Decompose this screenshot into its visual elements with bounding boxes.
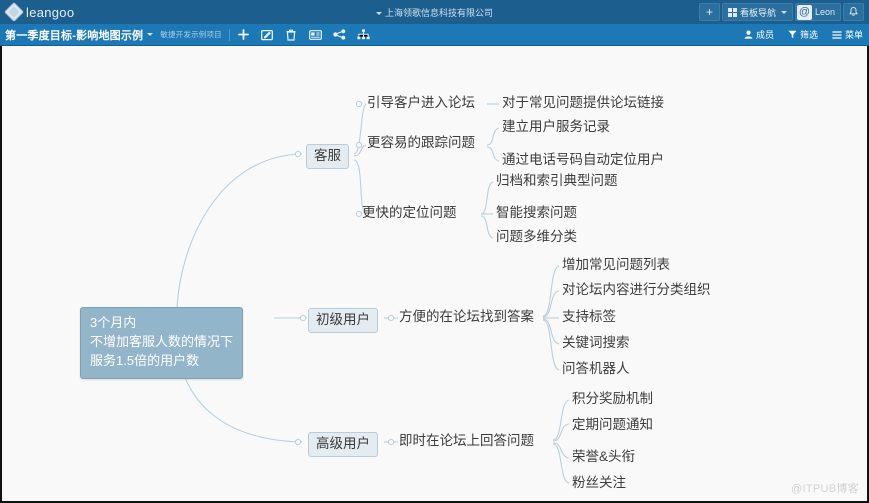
user-menu[interactable]: @ Leon	[794, 3, 841, 21]
top-navigation-bar: leangoo 上海领歌信息科技有限公司 + 看板导航 @ Leon	[0, 0, 869, 24]
mindmap-leaf-faq-forum-link[interactable]: 对于常见问题提供论坛链接	[502, 94, 664, 112]
mindmap-canvas[interactable]: 3个月内 不增加客服人数的情况下 服务1.5倍的用户数 客服 引导客户进入论坛 …	[0, 46, 869, 503]
root-line-2: 不增加客服人数的情况下	[90, 333, 234, 349]
sitemap-icon[interactable]	[357, 28, 370, 41]
filter-button[interactable]: 筛选	[788, 28, 818, 41]
company-name: 上海领歌信息科技有限公司	[384, 8, 493, 18]
root-line-1: 3个月内	[90, 315, 137, 330]
company-selector[interactable]: 上海领歌信息科技有限公司	[375, 6, 493, 19]
brand-logo[interactable]: leangoo	[4, 2, 75, 22]
menu-button[interactable]: 菜单	[832, 28, 863, 41]
topbar-actions: + 看板导航 @ Leon	[698, 0, 865, 24]
mindmap-node-answer-instantly[interactable]: 即时在论坛上回答问题	[399, 432, 534, 450]
mindmap-leaf-keyword-search[interactable]: 关键词搜索	[562, 334, 630, 352]
mindmap-leaf-honor-title[interactable]: 荣誉&头衔	[572, 448, 635, 466]
edit-icon[interactable]	[261, 28, 274, 41]
members-label: 成员	[755, 30, 774, 40]
mindmap-leaf-service-record[interactable]: 建立用户服务记录	[502, 118, 610, 136]
leangoo-mindmap-app: leangoo 上海领歌信息科技有限公司 + 看板导航 @ Leon 第一季度目…	[0, 0, 869, 503]
board-title[interactable]: 第一季度目标-影响地图示例	[5, 27, 143, 43]
mindmap-leaf-smart-search[interactable]: 智能搜索问题	[496, 204, 577, 222]
user-icon	[744, 30, 753, 39]
project-tag: 敏捷开发示例项目	[160, 30, 222, 39]
divider	[228, 28, 230, 41]
mindmap-node-easier-tracking[interactable]: 更容易的跟踪问题	[367, 134, 475, 152]
trash-icon[interactable]	[285, 28, 298, 41]
mindmap-node-find-answer-easily[interactable]: 方便的在论坛找到答案	[399, 308, 534, 326]
mindmap-leaf-add-faq-list[interactable]: 增加常见问题列表	[562, 256, 670, 274]
root-line-3: 服务1.5倍的用户数	[90, 352, 200, 368]
brand-name: leangoo	[26, 4, 75, 20]
notifications-button[interactable]	[843, 3, 864, 21]
mindmap-leaf-categorize-forum[interactable]: 对论坛内容进行分类组织	[562, 281, 711, 299]
mindmap-leaf-multidim-classify[interactable]: 问题多维分类	[496, 228, 577, 246]
mindmap-leaf-support-tags[interactable]: 支持标签	[562, 308, 616, 326]
bell-icon	[849, 7, 858, 16]
board-toolbar-right: 成员 筛选 菜单	[744, 28, 863, 41]
mindmap-branch-senior-user[interactable]: 高级用户	[308, 432, 378, 457]
watermark: @ITPUB博客	[791, 483, 859, 495]
chevron-down-icon	[780, 10, 787, 14]
add-button[interactable]: +	[698, 3, 720, 21]
mindmap-leaf-periodic-notify[interactable]: 定期问题通知	[572, 416, 653, 434]
diamond-logo-icon	[4, 2, 24, 22]
board-toolbar: 第一季度目标-影响地图示例 敏捷开发示例项目 成员 筛选 菜单	[0, 24, 869, 46]
board-nav-label: 看板导航	[739, 7, 776, 18]
mindmap-leaf-points-reward[interactable]: 积分奖励机制	[572, 390, 653, 408]
user-name: Leon	[814, 7, 835, 17]
menu-label: 菜单	[844, 30, 863, 40]
chevron-down-icon	[375, 12, 382, 16]
mindmap-node-faster-locate[interactable]: 更快的定位问题	[362, 204, 457, 222]
board-nav-button[interactable]: 看板导航	[721, 3, 793, 21]
mindmap-branch-junior-user[interactable]: 初级用户	[308, 308, 378, 333]
chevron-down-icon[interactable]	[147, 33, 154, 36]
toolbar-icon-group	[237, 28, 370, 41]
filter-icon	[788, 30, 797, 39]
mindmap-leaf-phone-locate-user[interactable]: 通过电话号码自动定位用户	[502, 151, 664, 169]
grid-icon	[727, 7, 737, 17]
mindmap-root-node[interactable]: 3个月内 不增加客服人数的情况下 服务1.5倍的用户数	[80, 307, 244, 379]
mindmap-leaf-archive-index[interactable]: 归档和索引典型问题	[496, 172, 618, 190]
share-icon[interactable]	[333, 28, 346, 41]
filter-label: 筛选	[799, 30, 818, 40]
avatar: @	[796, 4, 812, 20]
add-icon[interactable]	[237, 28, 250, 41]
mindmap-leaf-qa-bot[interactable]: 问答机器人	[562, 360, 630, 378]
card-icon[interactable]	[308, 28, 322, 41]
hamburger-icon	[832, 30, 842, 39]
members-button[interactable]: 成员	[744, 28, 774, 41]
mindmap-leaf-fans-follow[interactable]: 粉丝关注	[572, 474, 626, 492]
mindmap-node-guide-to-forum[interactable]: 引导客户进入论坛	[367, 94, 475, 112]
mindmap-branch-kefu[interactable]: 客服	[306, 144, 349, 169]
